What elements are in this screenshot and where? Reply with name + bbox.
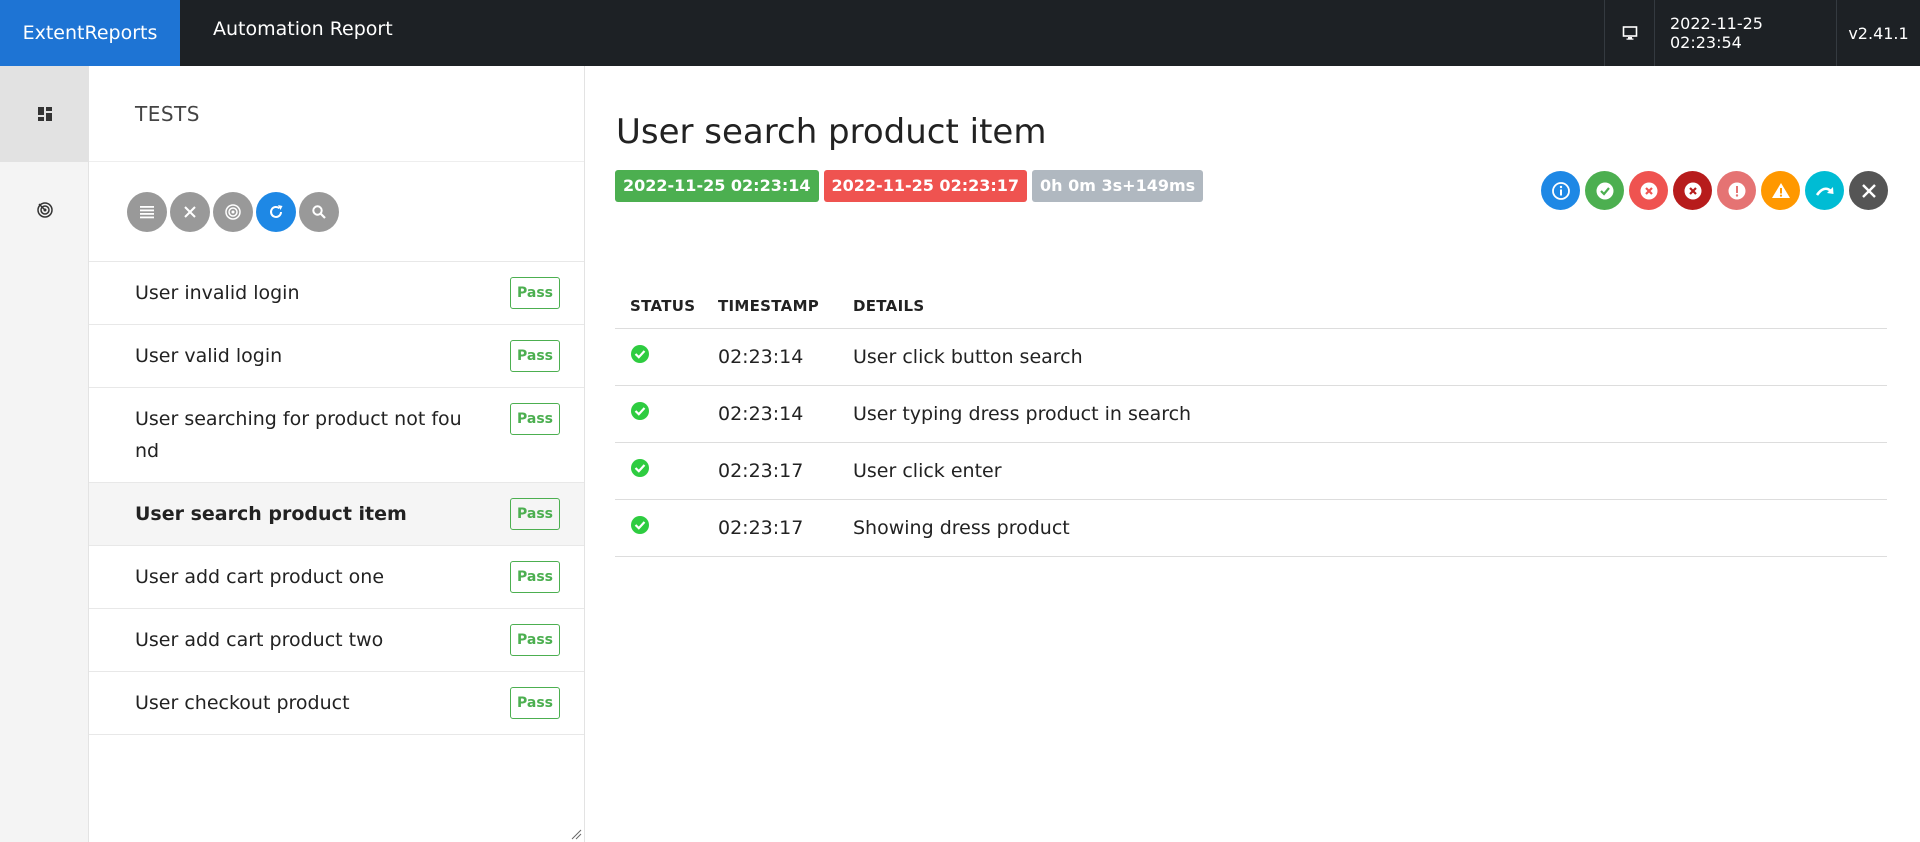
test-filter-toolbar: [89, 162, 584, 262]
test-name: User invalid login: [135, 282, 300, 304]
test-name: User add cart product one: [135, 566, 385, 588]
step-timestamp: 02:23:17: [703, 499, 838, 557]
status-badge: Pass: [510, 687, 560, 719]
table-row: 02:23:14 User click button search: [615, 328, 1887, 386]
filter-clear-button[interactable]: [1849, 171, 1888, 210]
skip-icon: [1815, 186, 1833, 196]
step-details: User click enter: [838, 442, 1887, 500]
step-details: Showing dress product: [838, 499, 1887, 557]
error-icon: [1728, 182, 1745, 199]
filter-fatal-button[interactable]: [1673, 171, 1712, 210]
category-filter-button[interactable]: [213, 191, 253, 232]
radar-icon: [36, 202, 53, 218]
filter-pass-button[interactable]: [1585, 171, 1624, 210]
filter-error-button[interactable]: [1717, 171, 1756, 210]
radar-icon: [225, 203, 241, 220]
version-label: v2.41.1: [1836, 0, 1920, 66]
status-filter-group: [1541, 171, 1888, 210]
end-time-badge: 2022-11-25 02:23:17: [823, 170, 1028, 202]
status-badge: Pass: [510, 403, 560, 435]
filter-skip-button[interactable]: [1805, 171, 1844, 210]
test-time-info: 2022-11-25 02:23:14 2022-11-25 02:23:17 …: [615, 170, 1204, 202]
test-name: User valid login: [135, 345, 283, 367]
test-name: User add cart product two: [135, 629, 384, 651]
test-name: User search product item: [135, 503, 407, 525]
status-badge: Pass: [510, 498, 560, 530]
table-row: 02:23:17 User click enter: [615, 442, 1887, 500]
table-row: 02:23:17 Showing dress product: [615, 499, 1887, 557]
clear-filter-button[interactable]: [170, 191, 210, 232]
column-header-details: DETAILS: [838, 284, 1887, 329]
refresh-button[interactable]: [256, 191, 296, 232]
column-header-status: STATUS: [615, 284, 703, 329]
list-filter-button[interactable]: [127, 191, 167, 232]
step-timestamp: 02:23:17: [703, 442, 838, 500]
top-navbar: ExtentReports Automation Report 2022-11-…: [0, 0, 1920, 66]
step-status: [615, 442, 703, 500]
test-title: User search product item: [616, 112, 1047, 152]
step-status: [615, 328, 703, 386]
test-list-item[interactable]: User add cart product one Pass: [89, 546, 584, 609]
test-list-item-selected[interactable]: User search product item Pass: [89, 483, 584, 546]
monitor-icon: [1622, 26, 1637, 40]
status-badge: Pass: [510, 340, 560, 372]
test-name: User checkout product: [135, 692, 350, 714]
dashboard-icon: [37, 107, 52, 121]
tests-heading: TESTS: [89, 66, 584, 162]
pass-check-icon: [631, 516, 649, 534]
status-badge: Pass: [510, 624, 560, 656]
test-list-item[interactable]: User invalid login Pass: [89, 262, 584, 325]
test-detail-panel: User search product item 2022-11-25 02:2…: [585, 66, 1920, 842]
fail-icon: [1640, 182, 1657, 199]
step-timestamp: 02:23:14: [703, 385, 838, 443]
test-list-item[interactable]: User valid login Pass: [89, 325, 584, 388]
step-status: [615, 385, 703, 443]
nav-tests[interactable]: [0, 162, 89, 258]
top-right-info: 2022-11-25 02:23:54 v2.41.1: [1604, 0, 1920, 66]
filter-warning-button[interactable]: [1761, 171, 1800, 210]
theme-toggle-button[interactable]: [1604, 0, 1654, 66]
start-time-badge: 2022-11-25 02:23:14: [615, 170, 819, 202]
test-list-item[interactable]: User add cart product two Pass: [89, 609, 584, 672]
filter-info-button[interactable]: [1541, 171, 1580, 210]
brand-logo[interactable]: ExtentReports: [0, 0, 180, 66]
warning-icon: [1771, 182, 1790, 198]
list-icon: [140, 205, 154, 218]
resize-handle[interactable]: [570, 828, 582, 840]
pass-icon: [1596, 182, 1613, 199]
pass-check-icon: [631, 459, 649, 477]
refresh-icon: [270, 204, 283, 218]
test-list-item[interactable]: User checkout product Pass: [89, 672, 584, 735]
step-timestamp: 02:23:14: [703, 328, 838, 386]
search-icon: [312, 204, 326, 219]
filter-fail-button[interactable]: [1629, 171, 1668, 210]
pass-check-icon: [631, 402, 649, 420]
close-icon: [184, 205, 196, 218]
fatal-icon: [1684, 182, 1701, 199]
search-tests-button[interactable]: [299, 191, 339, 232]
step-details: User typing dress product in search: [838, 385, 1887, 443]
step-details: User click button search: [838, 328, 1887, 386]
step-status: [615, 499, 703, 557]
status-badge: Pass: [510, 277, 560, 309]
table-row: 02:23:14 User typing dress product in se…: [615, 385, 1887, 443]
nav-dashboard[interactable]: [0, 66, 89, 162]
duration-badge: 0h 0m 3s+149ms: [1032, 170, 1204, 202]
test-list-item[interactable]: User searching for product not found Pas…: [89, 388, 584, 483]
info-icon: [1551, 181, 1570, 200]
test-name: User searching for product not found: [135, 408, 462, 462]
report-datetime: 2022-11-25 02:23:54: [1654, 0, 1836, 66]
side-nav: [0, 66, 89, 842]
table-header-row: STATUS TIMESTAMP DETAILS: [615, 284, 1887, 329]
pass-check-icon: [631, 345, 649, 363]
status-badge: Pass: [510, 561, 560, 593]
steps-table: STATUS TIMESTAMP DETAILS 02:23:14 User c…: [615, 284, 1887, 557]
column-header-timestamp: TIMESTAMP: [703, 284, 838, 329]
report-title: Automation Report: [213, 18, 393, 40]
test-list-panel: TESTS User invalid login Pass User valid…: [89, 66, 585, 842]
clear-icon: [1861, 183, 1876, 198]
